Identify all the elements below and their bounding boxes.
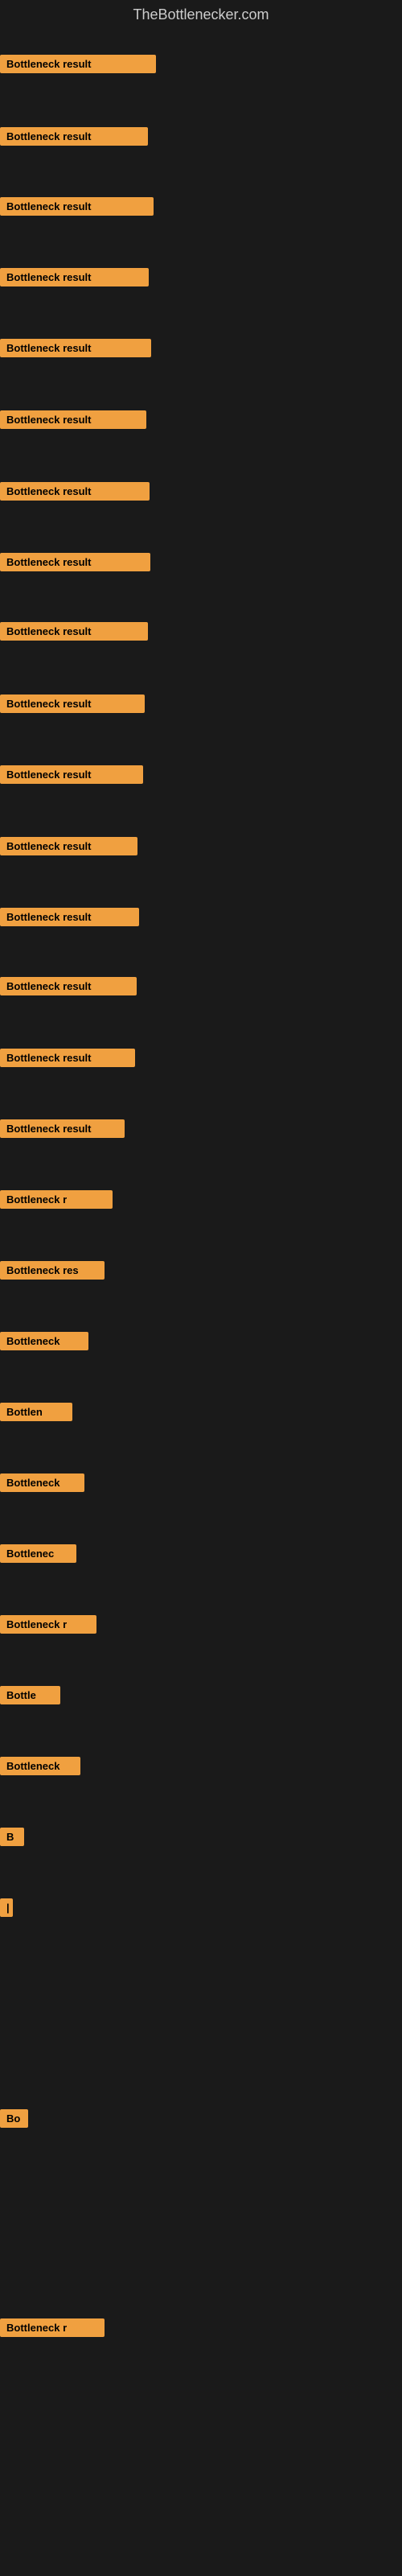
bottleneck-result-item: Bottleneck result <box>0 1049 135 1067</box>
bottleneck-result-item: Bottleneck result <box>0 553 150 571</box>
bottleneck-result-item: Bottleneck <box>0 1473 84 1492</box>
bottleneck-result-item: Bottleneck result <box>0 837 137 855</box>
site-title: TheBottlenecker.com <box>0 0 402 33</box>
bottleneck-result-item: Bottleneck result <box>0 55 156 73</box>
bottleneck-result-item: Bottleneck result <box>0 339 151 357</box>
bottleneck-result-item: Bottleneck result <box>0 410 146 429</box>
bottleneck-result-item: Bottleneck result <box>0 268 149 286</box>
bottleneck-result-item: Bottleneck res <box>0 1261 105 1280</box>
bottleneck-result-item: Bottleneck result <box>0 694 145 713</box>
bottleneck-result-item: Bottleneck result <box>0 977 137 995</box>
bottleneck-result-item: Bottleneck <box>0 1332 88 1350</box>
bottleneck-result-item: Bottle <box>0 1686 60 1704</box>
bottleneck-result-item: Bottleneck result <box>0 908 139 926</box>
bottleneck-result-item: Bottleneck result <box>0 127 148 146</box>
bottleneck-result-item: | <box>0 1898 13 1917</box>
bottleneck-result-item: Bottleneck result <box>0 1119 125 1138</box>
bottleneck-result-item: Bottleneck r <box>0 1190 113 1209</box>
bottleneck-result-item: B <box>0 1828 24 1846</box>
bottleneck-result-item: Bottleneck r <box>0 1615 96 1634</box>
bottleneck-result-item: Bo <box>0 2109 28 2128</box>
bottleneck-result-item: Bottleneck result <box>0 765 143 784</box>
bottleneck-result-item: Bottlenec <box>0 1544 76 1563</box>
bottleneck-result-item: Bottleneck result <box>0 197 154 216</box>
bottleneck-result-item: Bottleneck result <box>0 622 148 641</box>
bottleneck-result-item: Bottleneck <box>0 1757 80 1775</box>
bottleneck-result-item: Bottlen <box>0 1403 72 1421</box>
bottleneck-result-item: Bottleneck result <box>0 482 150 501</box>
bottleneck-result-item: Bottleneck r <box>0 2318 105 2337</box>
